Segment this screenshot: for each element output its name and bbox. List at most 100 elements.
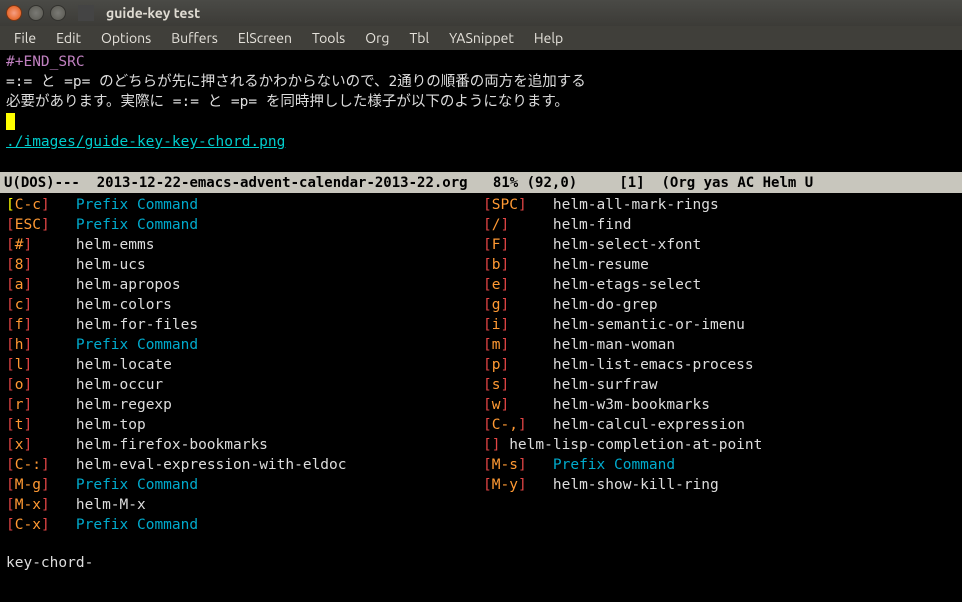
bracket-close-icon: ] xyxy=(518,457,527,473)
bracket-close-icon: ] xyxy=(518,477,527,493)
body-line-2: 必要があります。実際に =:= と =p= を同時押しした様子が以下のようになり… xyxy=(6,92,956,112)
guide-entry: [C-x] Prefix Command xyxy=(6,515,479,535)
command-name: helm-regexp xyxy=(76,397,172,413)
command-name: helm-semantic-or-imenu xyxy=(553,317,745,333)
bracket-open-icon: [ xyxy=(483,437,492,453)
guide-entry: [o] helm-occur xyxy=(6,375,479,395)
bracket-open-icon: [ xyxy=(6,297,15,313)
guide-entry: [ESC] Prefix Command xyxy=(6,215,479,235)
window-title: guide-key test xyxy=(106,5,200,21)
bracket-open-icon: [ xyxy=(6,437,15,453)
menu-elscreen[interactable]: ElScreen xyxy=(228,28,302,48)
command-name: helm-surfraw xyxy=(553,377,658,393)
guide-entry: [g] helm-do-grep xyxy=(483,295,956,315)
command-name: helm-firefox-bookmarks xyxy=(76,437,268,453)
maximize-icon[interactable] xyxy=(50,5,66,21)
key-label: M-y xyxy=(492,477,518,493)
guide-entry: [i] helm-semantic-or-imenu xyxy=(483,315,956,335)
guide-entry: [a] helm-apropos xyxy=(6,275,479,295)
guide-entry: [SPC] helm-all-mark-rings xyxy=(483,195,956,215)
menu-buffers[interactable]: Buffers xyxy=(161,28,228,48)
guide-entry: [h] Prefix Command xyxy=(6,335,479,355)
bracket-open-icon: [ xyxy=(6,457,15,473)
bracket-close-icon: ] xyxy=(500,257,509,273)
bracket-close-icon: ] xyxy=(23,317,32,333)
editor-buffer[interactable]: #+END_SRC =:= と =p= のどちらが先に押されるかわからないので、… xyxy=(0,50,962,172)
bracket-close-icon: ] xyxy=(23,377,32,393)
command-name: Prefix Command xyxy=(76,517,198,533)
guide-entry: [c] helm-colors xyxy=(6,295,479,315)
bracket-open-icon: [ xyxy=(6,257,15,273)
bracket-close-icon: ] xyxy=(500,297,509,313)
command-name: helm-top xyxy=(76,417,146,433)
bracket-open-icon: [ xyxy=(483,197,492,213)
bracket-close-icon: ] xyxy=(500,357,509,373)
guide-entry: [M-s] Prefix Command xyxy=(483,455,956,475)
close-icon[interactable] xyxy=(6,5,22,21)
minimize-icon[interactable] xyxy=(28,5,44,21)
command-name: helm-for-files xyxy=(76,317,198,333)
bracket-open-icon: [ xyxy=(483,337,492,353)
bracket-close-icon: ] xyxy=(23,357,32,373)
image-link[interactable]: ./images/guide-key-key-chord.png xyxy=(6,134,285,150)
bracket-close-icon: ] xyxy=(500,237,509,253)
guide-entry: [F] helm-select-xfont xyxy=(483,235,956,255)
bracket-open-icon: [ xyxy=(6,277,15,293)
key-label: SPC xyxy=(492,197,518,213)
menu-tools[interactable]: Tools xyxy=(302,28,355,48)
bracket-close-icon: ] xyxy=(23,437,32,453)
bracket-open-icon: [ xyxy=(483,377,492,393)
window-titlebar: guide-key test xyxy=(0,0,962,26)
key-label: C-x xyxy=(15,517,41,533)
modeline-percent: 81% xyxy=(476,175,527,191)
bracket-close-icon: ] xyxy=(500,377,509,393)
bracket-close-icon: ] xyxy=(23,277,32,293)
guide-entry: [C-c] Prefix Command xyxy=(6,195,479,215)
menu-options[interactable]: Options xyxy=(91,28,161,48)
text-cursor xyxy=(6,113,15,130)
bracket-close-icon: ] xyxy=(41,457,50,473)
modeline-coding: U(DOS)--- xyxy=(4,175,88,191)
key-label: C-c xyxy=(15,197,41,213)
bracket-close-icon: ] xyxy=(500,397,509,413)
menu-file[interactable]: File xyxy=(4,28,46,48)
menu-org[interactable]: Org xyxy=(355,28,399,48)
key-label: M-x xyxy=(15,497,41,513)
bracket-open-icon: [ xyxy=(6,497,15,513)
guide-entry: [s] helm-surfraw xyxy=(483,375,956,395)
command-name: helm-M-x xyxy=(76,497,146,513)
bracket-open-icon: [ xyxy=(483,297,492,313)
bracket-close-icon: ] xyxy=(23,417,32,433)
command-name: helm-all-mark-rings xyxy=(553,197,719,213)
menu-tbl[interactable]: Tbl xyxy=(399,28,439,48)
bracket-close-icon: ] xyxy=(500,337,509,353)
guide-entry: [M-x] helm-M-x xyxy=(6,495,479,515)
command-name: helm-show-kill-ring xyxy=(553,477,719,493)
guide-entry: [8] helm-ucs xyxy=(6,255,479,275)
key-label: ESC xyxy=(15,217,41,233)
bracket-open-icon: [ xyxy=(6,417,15,433)
bracket-open-icon: [ xyxy=(6,397,15,413)
menu-edit[interactable]: Edit xyxy=(46,28,91,48)
guide-entry: [/] helm-find xyxy=(483,215,956,235)
bracket-open-icon: [ xyxy=(483,397,492,413)
guide-entry: [x] helm-firefox-bookmarks xyxy=(6,435,479,455)
command-name: Prefix Command xyxy=(76,477,198,493)
bracket-close-icon: ] xyxy=(23,297,32,313)
menu-help[interactable]: Help xyxy=(524,28,573,48)
mode-line: U(DOS)--- 2013-12-22-emacs-advent-calend… xyxy=(0,172,962,193)
bracket-close-icon: ] xyxy=(41,497,50,513)
bracket-close-icon: ] xyxy=(41,217,50,233)
command-name: helm-select-xfont xyxy=(553,237,701,253)
bracket-close-icon: ] xyxy=(41,477,50,493)
minibuffer[interactable]: key-chord- xyxy=(0,553,962,573)
command-name: helm-list-emacs-process xyxy=(553,357,754,373)
menu-yasnippet[interactable]: YASnippet xyxy=(439,28,524,48)
command-name: helm-eval-expression-with-eldoc xyxy=(76,457,347,473)
bracket-open-icon: [ xyxy=(483,357,492,373)
org-src-end: #+END_SRC xyxy=(6,52,956,72)
menu-bar: File Edit Options Buffers ElScreen Tools… xyxy=(0,26,962,50)
bracket-open-icon: [ xyxy=(6,517,15,533)
modeline-modes: (Org yas AC Helm U xyxy=(661,175,813,191)
guide-entry: [f] helm-for-files xyxy=(6,315,479,335)
